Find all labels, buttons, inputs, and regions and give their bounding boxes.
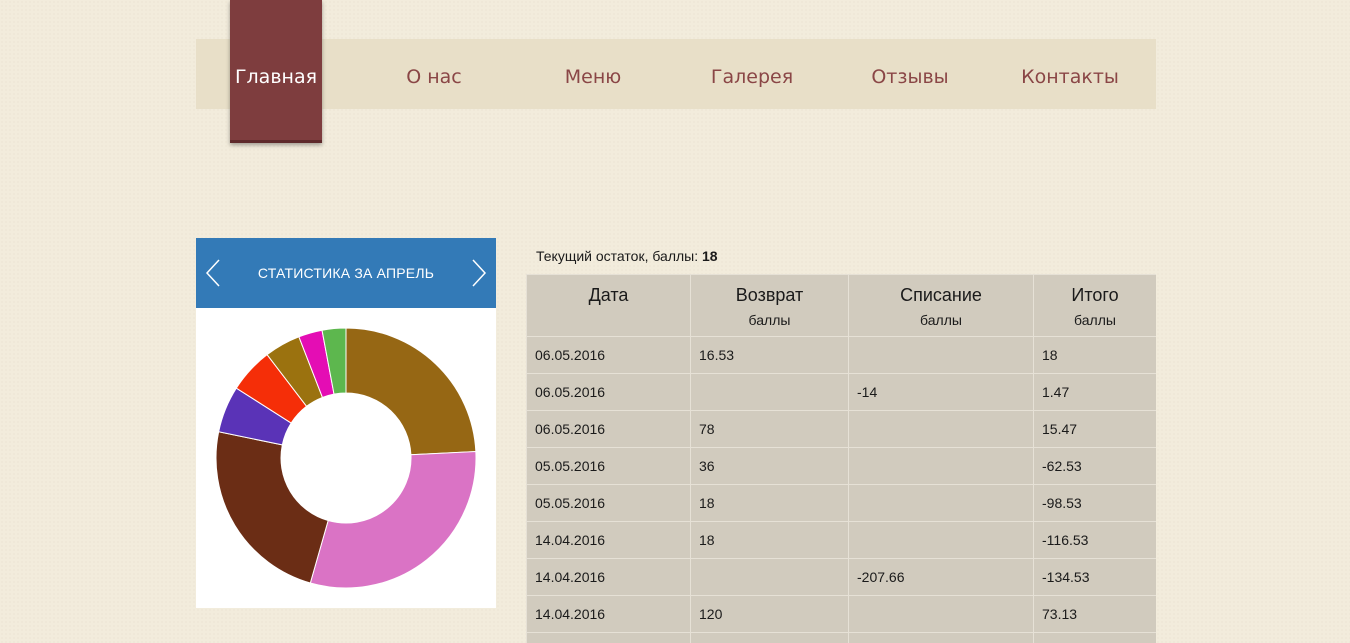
table-row: 05.05.2016 36 -62.53	[526, 447, 1156, 485]
cell-return: 78	[690, 410, 849, 448]
cell-total: 73.13	[1033, 595, 1156, 633]
table-row: 06.05.2016 -14 1.47	[526, 373, 1156, 411]
current-balance: Текущий остаток, баллы: 18	[536, 248, 718, 264]
cell-return: 120	[690, 595, 849, 633]
donut-chart	[215, 327, 477, 589]
main-nav: О нас Меню Галерея Отзывы Контакты	[196, 39, 1156, 109]
cell-return	[690, 373, 849, 411]
transactions-table: Дата Возврат баллы Списание баллы Итого …	[526, 274, 1156, 643]
col-return-title: Возврат	[735, 285, 804, 305]
balance-label: Текущий остаток, баллы:	[536, 248, 699, 264]
col-return-unit: баллы	[748, 312, 791, 328]
cell-writeoff	[848, 595, 1034, 633]
cell-total: 18	[1033, 336, 1156, 374]
donut-slice-1	[345, 327, 477, 456]
stats-panel: СТАТИСТИКА ЗА АПРЕЛЬ	[196, 238, 496, 608]
table-row: 14.04.2016 120 73.13	[526, 595, 1156, 633]
donut-slice-3	[215, 431, 329, 584]
nav-item-contacts[interactable]: Контакты	[988, 39, 1152, 109]
table-header-row: Дата Возврат баллы Списание баллы Итого …	[526, 274, 1156, 337]
col-total-title: Итого	[1071, 285, 1119, 305]
nav-item-gallery[interactable]: Галерея	[672, 39, 832, 109]
table-row: 06.05.2016 16.53 18	[526, 336, 1156, 374]
cell-writeoff	[848, 410, 1034, 448]
cell-total: -62.53	[1033, 447, 1156, 485]
cell-total: -116.53	[1033, 521, 1156, 559]
chevron-left-icon[interactable]	[204, 258, 224, 288]
cell-return: 36	[690, 447, 849, 485]
table-row: 06.05.2016 78 15.47	[526, 410, 1156, 448]
col-writeoff-title: Списание	[900, 285, 982, 305]
cell-return: 18	[690, 484, 849, 522]
cell-return: 18	[690, 521, 849, 559]
cell-date: 06.05.2016	[526, 410, 691, 448]
cell-writeoff	[848, 521, 1034, 559]
col-return: Возврат баллы	[690, 274, 849, 337]
cell-total: -134.53	[1033, 558, 1156, 596]
nav-active-ribbon[interactable]: Главная	[230, 0, 322, 143]
cell-total: 1.47	[1033, 373, 1156, 411]
table-row	[526, 632, 1156, 643]
cell-total: -98.53	[1033, 484, 1156, 522]
cell-writeoff: -207.66	[848, 558, 1034, 596]
table-row: 14.04.2016 18 -116.53	[526, 521, 1156, 559]
col-total-unit: баллы	[1074, 312, 1116, 328]
cell-return: 16.53	[690, 336, 849, 374]
cell-writeoff: -14	[848, 373, 1034, 411]
cell-writeoff	[848, 484, 1034, 522]
cell-date: 06.05.2016	[526, 373, 691, 411]
col-writeoff-unit: баллы	[920, 312, 962, 328]
col-writeoff: Списание баллы	[848, 274, 1034, 337]
cell-return	[690, 632, 849, 643]
stats-header: СТАТИСТИКА ЗА АПРЕЛЬ	[196, 238, 496, 308]
cell-date	[526, 632, 691, 643]
cell-date: 14.04.2016	[526, 558, 691, 596]
cell-total: 15.47	[1033, 410, 1156, 448]
cell-writeoff	[848, 336, 1034, 374]
balance-value: 18	[702, 248, 718, 264]
cell-date: 14.04.2016	[526, 521, 691, 559]
cell-writeoff	[848, 632, 1034, 643]
nav-item-menu[interactable]: Меню	[514, 39, 672, 109]
nav-item-home-label[interactable]: Главная	[230, 0, 322, 88]
cell-date: 06.05.2016	[526, 336, 691, 374]
cell-return	[690, 558, 849, 596]
col-date-title: Дата	[588, 285, 629, 305]
cell-date: 05.05.2016	[526, 484, 691, 522]
chevron-right-icon[interactable]	[468, 258, 488, 288]
nav-item-about[interactable]: О нас	[354, 39, 514, 109]
cell-date: 14.04.2016	[526, 595, 691, 633]
stats-title: СТАТИСТИКА ЗА АПРЕЛЬ	[257, 265, 435, 281]
cell-date: 05.05.2016	[526, 447, 691, 485]
cell-writeoff	[848, 447, 1034, 485]
table-row: 05.05.2016 18 -98.53	[526, 484, 1156, 522]
transactions-table-wrap: Дата Возврат баллы Списание баллы Итого …	[526, 274, 1156, 643]
nav-item-reviews[interactable]: Отзывы	[832, 39, 988, 109]
donut-slice-2	[309, 451, 477, 589]
col-total: Итого баллы	[1033, 274, 1156, 337]
cell-total	[1033, 632, 1156, 643]
col-date: Дата	[526, 274, 691, 337]
table-row: 14.04.2016 -207.66 -134.53	[526, 558, 1156, 596]
